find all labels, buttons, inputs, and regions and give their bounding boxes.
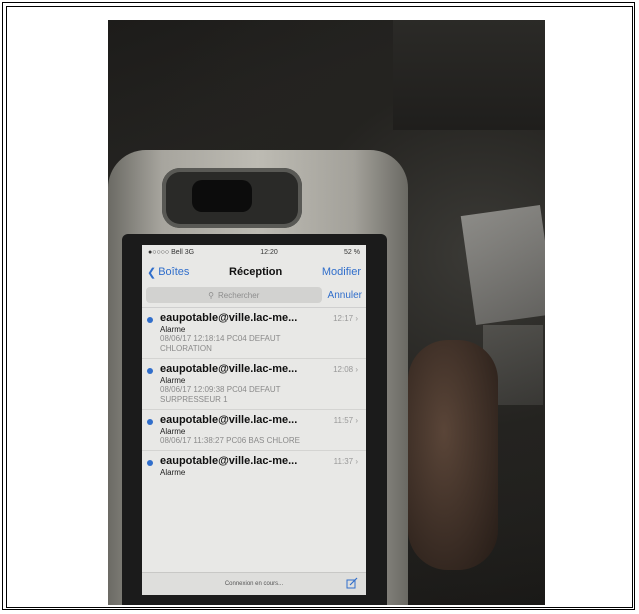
mail-sender: eaupotable@ville.lac-me... xyxy=(160,414,298,426)
search-placeholder: Rechercher xyxy=(218,290,260,300)
mail-preview: CHLORATION xyxy=(160,344,212,353)
mail-time: 11:37 › xyxy=(333,456,358,466)
hand xyxy=(408,340,498,570)
page-title: Réception xyxy=(229,266,283,278)
background-wall xyxy=(393,20,545,130)
search-row: ⚲ Rechercher Annuler xyxy=(142,285,366,308)
mail-time: 11:57 › xyxy=(333,415,358,425)
mail-subject: Alarme xyxy=(160,376,186,385)
mail-sender: eaupotable@ville.lac-me... xyxy=(160,455,298,467)
mail-sender: eaupotable@ville.lac-me... xyxy=(160,312,298,324)
mail-time: 12:08 › xyxy=(333,364,358,374)
mail-subject: Alarme xyxy=(160,325,186,334)
mail-subject: Alarme xyxy=(160,468,186,477)
mail-item[interactable]: eaupotable@ville.lac-me... 11:37 › Alarm… xyxy=(142,451,366,481)
phone-screen: ●○○○○ Bell 3G 12:20 52 % ❮ Boîtes Récept… xyxy=(142,245,366,595)
connection-status: Connexion en cours... xyxy=(224,581,284,587)
mail-preview: 08/06/17 12:09:38 PC04 DEFAUT xyxy=(160,385,281,394)
edit-button[interactable]: Modifier xyxy=(322,266,361,278)
unread-dot-icon xyxy=(147,419,153,425)
mail-item[interactable]: eaupotable@ville.lac-me... 12:08 › Alarm… xyxy=(142,359,366,410)
mail-time: 12:17 › xyxy=(333,313,358,323)
mail-preview: 08/06/17 11:38:27 PC06 BAS CHLORE xyxy=(160,436,300,445)
mail-preview: SURPRESSEUR 1 xyxy=(160,395,228,404)
back-label: Boîtes xyxy=(158,266,190,278)
back-button[interactable]: ❮ Boîtes xyxy=(147,266,189,279)
photo: ●○○○○ Bell 3G 12:20 52 % ❮ Boîtes Récept… xyxy=(108,20,545,605)
mail-sender: eaupotable@ville.lac-me... xyxy=(160,363,298,375)
compose-icon[interactable] xyxy=(346,577,358,589)
status-bar: ●○○○○ Bell 3G 12:20 52 % xyxy=(142,245,366,259)
unread-dot-icon xyxy=(147,368,153,374)
clock: 12:20 xyxy=(260,248,278,256)
camera-icon xyxy=(192,180,252,212)
chevron-left-icon: ❮ xyxy=(147,266,157,279)
background-paper xyxy=(460,204,545,326)
bottom-toolbar: Connexion en cours... xyxy=(142,572,366,595)
camera-bump xyxy=(162,168,302,228)
mail-preview: 08/06/17 12:18:14 PC04 DEFAUT xyxy=(160,334,281,343)
mail-item[interactable]: eaupotable@ville.lac-me... 12:17 › Alarm… xyxy=(142,308,366,359)
carrier-label: ●○○○○ Bell 3G xyxy=(148,248,195,256)
unread-dot-icon xyxy=(147,460,153,466)
search-icon: ⚲ xyxy=(208,290,215,300)
cancel-button[interactable]: Annuler xyxy=(328,290,362,301)
navigation-bar: ❮ Boîtes Réception Modifier xyxy=(142,259,366,285)
mail-subject: Alarme xyxy=(160,427,186,436)
unread-dot-icon xyxy=(147,317,153,323)
search-input[interactable]: ⚲ Rechercher xyxy=(146,287,322,303)
battery-label: 52 % xyxy=(344,248,360,256)
mail-item[interactable]: eaupotable@ville.lac-me... 11:57 › Alarm… xyxy=(142,410,366,451)
